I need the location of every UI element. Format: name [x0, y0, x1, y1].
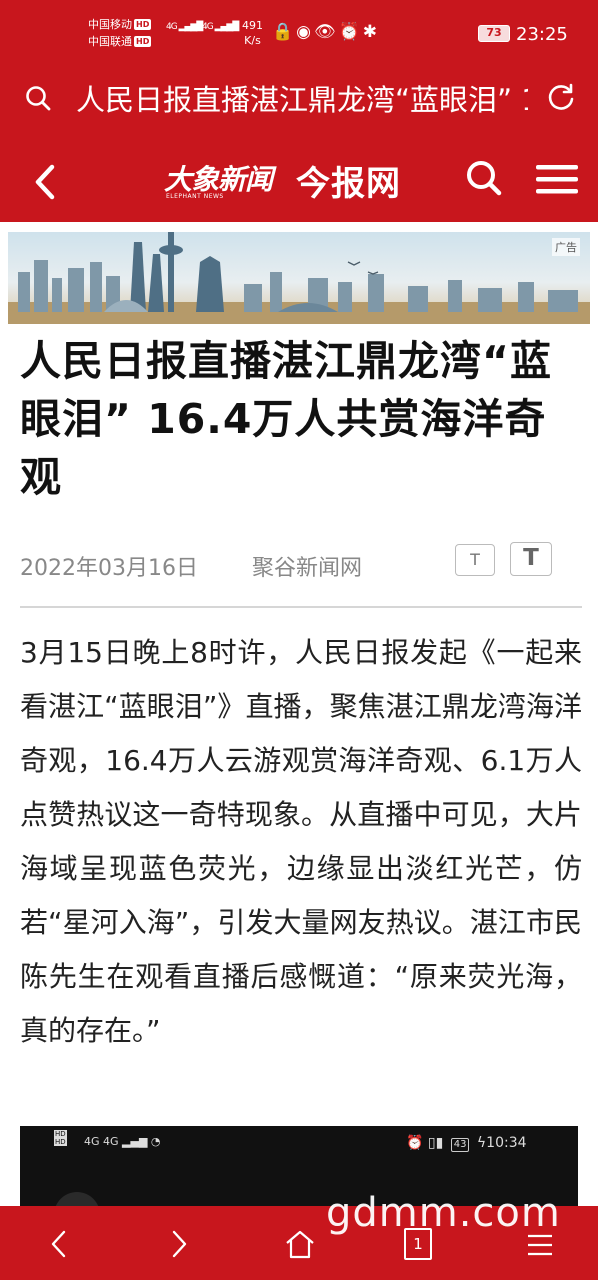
- search-icon[interactable]: [464, 158, 504, 198]
- search-icon[interactable]: [24, 84, 52, 112]
- ad-banner[interactable]: 广告: [8, 232, 590, 324]
- network-speed: 491 K/s: [242, 19, 263, 47]
- font-size-small-button[interactable]: T: [455, 544, 495, 576]
- reload-icon[interactable]: [546, 82, 576, 112]
- embedded-time: 10:34: [486, 1135, 527, 1151]
- ad-tag: 广告: [552, 238, 580, 256]
- embedded-avatar: [54, 1192, 100, 1206]
- page-title-field[interactable]: 人民日报直播湛江鼎龙湾“蓝眼泪” 16.4万人共赏海洋奇观: [76, 80, 528, 120]
- browser-address-bar: 人民日报直播湛江鼎龙湾“蓝眼泪” 16.4万人共赏海洋奇观: [0, 66, 598, 136]
- carrier-2: 中国联通: [88, 35, 132, 48]
- site-logo[interactable]: 今报网: [296, 156, 401, 205]
- app-icon: ◉: [296, 22, 315, 42]
- watermark: gdmm.com: [326, 1190, 561, 1236]
- embedded-status: ⏰ ▯▮ 43 ϟ10:34: [406, 1135, 527, 1152]
- back-icon[interactable]: [28, 162, 62, 202]
- article-body: 3月15日晚上8时许，人民日报发起《一起来看湛江“蓝眼泪”》直播，聚焦湛江鼎龙湾…: [20, 636, 582, 1047]
- carrier-info: 中国移动 HD 中国联通 HD: [88, 16, 152, 50]
- eye-icon: 👁: [314, 22, 339, 42]
- site-header: 大象新闻 ELEPHANT NEWS 今报网: [0, 136, 598, 222]
- signal-icon: 4G ▂▄▆█: [166, 22, 203, 32]
- home-icon[interactable]: [282, 1226, 318, 1262]
- font-size-large-button[interactable]: T: [510, 542, 552, 576]
- hd-badge: HD: [134, 36, 152, 47]
- bluetooth-icon: ✱: [362, 22, 381, 42]
- carrier-1: 中国移动: [88, 18, 132, 31]
- alarm-icon: ⏰: [338, 22, 363, 42]
- skyline-image: [8, 232, 590, 324]
- back-icon[interactable]: [42, 1226, 78, 1262]
- brand-logo-subtitle: ELEPHANT NEWS: [166, 193, 224, 200]
- forward-icon[interactable]: [160, 1226, 196, 1262]
- clock: 23:25: [516, 24, 568, 45]
- battery-icon: 73: [478, 25, 510, 42]
- menu-icon[interactable]: [534, 162, 580, 196]
- divider: [20, 606, 582, 608]
- lock-icon: 🔒: [272, 22, 297, 42]
- hd-badge: HD: [134, 19, 152, 30]
- brand-logo[interactable]: 大象新闻: [164, 158, 273, 198]
- status-bar: 中国移动 HD 中国联通 HD 4G ▂▄▆█ 4G ▂▄▆█ 491 K/s 🔒◉…: [0, 0, 598, 66]
- signal-icon: 4G ▂▄▆█: [202, 22, 239, 32]
- article-date: 2022年03月16日: [20, 556, 198, 581]
- alarm-icon: ⏰: [406, 1135, 424, 1151]
- article-headline: 人民日报直播湛江鼎龙湾“蓝眼泪” 16.4万人共赏海洋奇观: [20, 337, 552, 501]
- embedded-battery: 43: [450, 1138, 470, 1152]
- embedded-signal: 4G 4G ▂▄▆ ◔: [84, 1135, 161, 1148]
- embedded-hd-badges: HD HD: [54, 1130, 67, 1146]
- status-icons: 🔒◉👁⏰✱: [272, 22, 380, 42]
- article-source: 聚谷新闻网: [252, 556, 363, 581]
